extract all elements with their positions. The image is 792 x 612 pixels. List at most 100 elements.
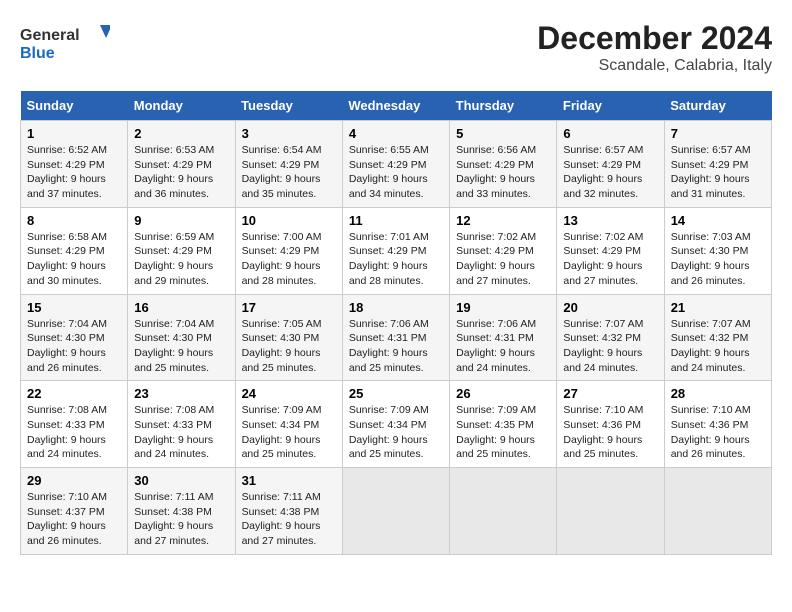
day-number: 30 — [134, 473, 228, 488]
day-detail: Sunrise: 6:58 AMSunset: 4:29 PMDaylight:… — [27, 231, 107, 287]
day-number: 12 — [456, 213, 550, 228]
page-header: General Blue December 2024 Scandale, Cal… — [20, 20, 772, 75]
day-detail: Sunrise: 7:06 AMSunset: 4:31 PMDaylight:… — [456, 318, 536, 374]
day-detail: Sunrise: 6:53 AMSunset: 4:29 PMDaylight:… — [134, 144, 214, 200]
day-number: 24 — [242, 386, 336, 401]
weekday-header-monday: Monday — [128, 91, 235, 121]
day-detail: Sunrise: 7:09 AMSunset: 4:35 PMDaylight:… — [456, 404, 536, 460]
calendar-cell: 22 Sunrise: 7:08 AMSunset: 4:33 PMDaylig… — [21, 381, 128, 468]
day-detail: Sunrise: 6:56 AMSunset: 4:29 PMDaylight:… — [456, 144, 536, 200]
day-number: 5 — [456, 126, 550, 141]
weekday-header-wednesday: Wednesday — [342, 91, 449, 121]
weekday-header-row: SundayMondayTuesdayWednesdayThursdayFrid… — [21, 91, 772, 121]
calendar-week-row: 15 Sunrise: 7:04 AMSunset: 4:30 PMDaylig… — [21, 294, 772, 381]
calendar-cell: 4 Sunrise: 6:55 AMSunset: 4:29 PMDayligh… — [342, 121, 449, 208]
day-number: 23 — [134, 386, 228, 401]
day-detail: Sunrise: 7:10 AMSunset: 4:36 PMDaylight:… — [671, 404, 751, 460]
day-number: 10 — [242, 213, 336, 228]
calendar-week-row: 1 Sunrise: 6:52 AMSunset: 4:29 PMDayligh… — [21, 121, 772, 208]
day-detail: Sunrise: 7:09 AMSunset: 4:34 PMDaylight:… — [242, 404, 322, 460]
day-detail: Sunrise: 6:57 AMSunset: 4:29 PMDaylight:… — [563, 144, 643, 200]
calendar-cell: 11 Sunrise: 7:01 AMSunset: 4:29 PMDaylig… — [342, 207, 449, 294]
calendar-cell: 28 Sunrise: 7:10 AMSunset: 4:36 PMDaylig… — [664, 381, 771, 468]
calendar-cell: 2 Sunrise: 6:53 AMSunset: 4:29 PMDayligh… — [128, 121, 235, 208]
calendar-cell: 13 Sunrise: 7:02 AMSunset: 4:29 PMDaylig… — [557, 207, 664, 294]
day-detail: Sunrise: 7:10 AMSunset: 4:37 PMDaylight:… — [27, 491, 107, 547]
logo: General Blue — [20, 20, 110, 65]
day-number: 14 — [671, 213, 765, 228]
weekday-header-saturday: Saturday — [664, 91, 771, 121]
day-number: 11 — [349, 213, 443, 228]
calendar-cell: 19 Sunrise: 7:06 AMSunset: 4:31 PMDaylig… — [450, 294, 557, 381]
day-detail: Sunrise: 7:06 AMSunset: 4:31 PMDaylight:… — [349, 318, 429, 374]
day-detail: Sunrise: 6:59 AMSunset: 4:29 PMDaylight:… — [134, 231, 214, 287]
day-detail: Sunrise: 7:03 AMSunset: 4:30 PMDaylight:… — [671, 231, 751, 287]
day-number: 6 — [563, 126, 657, 141]
svg-text:General: General — [20, 27, 80, 44]
calendar-cell: 10 Sunrise: 7:00 AMSunset: 4:29 PMDaylig… — [235, 207, 342, 294]
calendar-cell: 6 Sunrise: 6:57 AMSunset: 4:29 PMDayligh… — [557, 121, 664, 208]
calendar-cell: 24 Sunrise: 7:09 AMSunset: 4:34 PMDaylig… — [235, 381, 342, 468]
day-detail: Sunrise: 7:10 AMSunset: 4:36 PMDaylight:… — [563, 404, 643, 460]
calendar-week-row: 22 Sunrise: 7:08 AMSunset: 4:33 PMDaylig… — [21, 381, 772, 468]
day-detail: Sunrise: 7:00 AMSunset: 4:29 PMDaylight:… — [242, 231, 322, 287]
day-number: 20 — [563, 300, 657, 315]
day-detail: Sunrise: 6:57 AMSunset: 4:29 PMDaylight:… — [671, 144, 751, 200]
day-detail: Sunrise: 7:11 AMSunset: 4:38 PMDaylight:… — [134, 491, 213, 547]
day-number: 17 — [242, 300, 336, 315]
day-number: 18 — [349, 300, 443, 315]
day-detail: Sunrise: 7:02 AMSunset: 4:29 PMDaylight:… — [456, 231, 536, 287]
day-number: 26 — [456, 386, 550, 401]
day-detail: Sunrise: 7:01 AMSunset: 4:29 PMDaylight:… — [349, 231, 429, 287]
day-number: 22 — [27, 386, 121, 401]
day-number: 25 — [349, 386, 443, 401]
day-detail: Sunrise: 7:02 AMSunset: 4:29 PMDaylight:… — [563, 231, 643, 287]
calendar-cell: 25 Sunrise: 7:09 AMSunset: 4:34 PMDaylig… — [342, 381, 449, 468]
page-subtitle: Scandale, Calabria, Italy — [537, 57, 772, 75]
day-number: 13 — [563, 213, 657, 228]
day-detail: Sunrise: 7:08 AMSunset: 4:33 PMDaylight:… — [134, 404, 214, 460]
weekday-header-thursday: Thursday — [450, 91, 557, 121]
calendar-cell: 26 Sunrise: 7:09 AMSunset: 4:35 PMDaylig… — [450, 381, 557, 468]
calendar-cell: 5 Sunrise: 6:56 AMSunset: 4:29 PMDayligh… — [450, 121, 557, 208]
day-detail: Sunrise: 7:11 AMSunset: 4:38 PMDaylight:… — [242, 491, 321, 547]
page-title: December 2024 — [537, 20, 772, 57]
weekday-header-tuesday: Tuesday — [235, 91, 342, 121]
calendar-cell: 21 Sunrise: 7:07 AMSunset: 4:32 PMDaylig… — [664, 294, 771, 381]
calendar-cell — [664, 468, 771, 555]
calendar-week-row: 29 Sunrise: 7:10 AMSunset: 4:37 PMDaylig… — [21, 468, 772, 555]
calendar-cell — [557, 468, 664, 555]
day-detail: Sunrise: 7:04 AMSunset: 4:30 PMDaylight:… — [27, 318, 107, 374]
calendar-cell: 9 Sunrise: 6:59 AMSunset: 4:29 PMDayligh… — [128, 207, 235, 294]
title-block: December 2024 Scandale, Calabria, Italy — [537, 20, 772, 75]
day-detail: Sunrise: 7:09 AMSunset: 4:34 PMDaylight:… — [349, 404, 429, 460]
calendar-cell: 3 Sunrise: 6:54 AMSunset: 4:29 PMDayligh… — [235, 121, 342, 208]
calendar-cell: 1 Sunrise: 6:52 AMSunset: 4:29 PMDayligh… — [21, 121, 128, 208]
day-detail: Sunrise: 6:54 AMSunset: 4:29 PMDaylight:… — [242, 144, 322, 200]
day-number: 27 — [563, 386, 657, 401]
calendar-cell: 12 Sunrise: 7:02 AMSunset: 4:29 PMDaylig… — [450, 207, 557, 294]
day-number: 1 — [27, 126, 121, 141]
day-number: 28 — [671, 386, 765, 401]
day-number: 7 — [671, 126, 765, 141]
calendar-cell — [450, 468, 557, 555]
weekday-header-sunday: Sunday — [21, 91, 128, 121]
day-detail: Sunrise: 7:08 AMSunset: 4:33 PMDaylight:… — [27, 404, 107, 460]
calendar-cell: 30 Sunrise: 7:11 AMSunset: 4:38 PMDaylig… — [128, 468, 235, 555]
calendar-cell: 8 Sunrise: 6:58 AMSunset: 4:29 PMDayligh… — [21, 207, 128, 294]
day-number: 31 — [242, 473, 336, 488]
calendar-cell: 14 Sunrise: 7:03 AMSunset: 4:30 PMDaylig… — [664, 207, 771, 294]
day-number: 29 — [27, 473, 121, 488]
calendar-cell: 31 Sunrise: 7:11 AMSunset: 4:38 PMDaylig… — [235, 468, 342, 555]
day-detail: Sunrise: 7:05 AMSunset: 4:30 PMDaylight:… — [242, 318, 322, 374]
day-number: 19 — [456, 300, 550, 315]
calendar-cell: 20 Sunrise: 7:07 AMSunset: 4:32 PMDaylig… — [557, 294, 664, 381]
calendar-cell: 15 Sunrise: 7:04 AMSunset: 4:30 PMDaylig… — [21, 294, 128, 381]
calendar-cell: 23 Sunrise: 7:08 AMSunset: 4:33 PMDaylig… — [128, 381, 235, 468]
day-detail: Sunrise: 7:04 AMSunset: 4:30 PMDaylight:… — [134, 318, 214, 374]
day-number: 3 — [242, 126, 336, 141]
logo-icon: General Blue — [20, 20, 110, 65]
calendar-cell: 18 Sunrise: 7:06 AMSunset: 4:31 PMDaylig… — [342, 294, 449, 381]
day-number: 8 — [27, 213, 121, 228]
day-number: 9 — [134, 213, 228, 228]
